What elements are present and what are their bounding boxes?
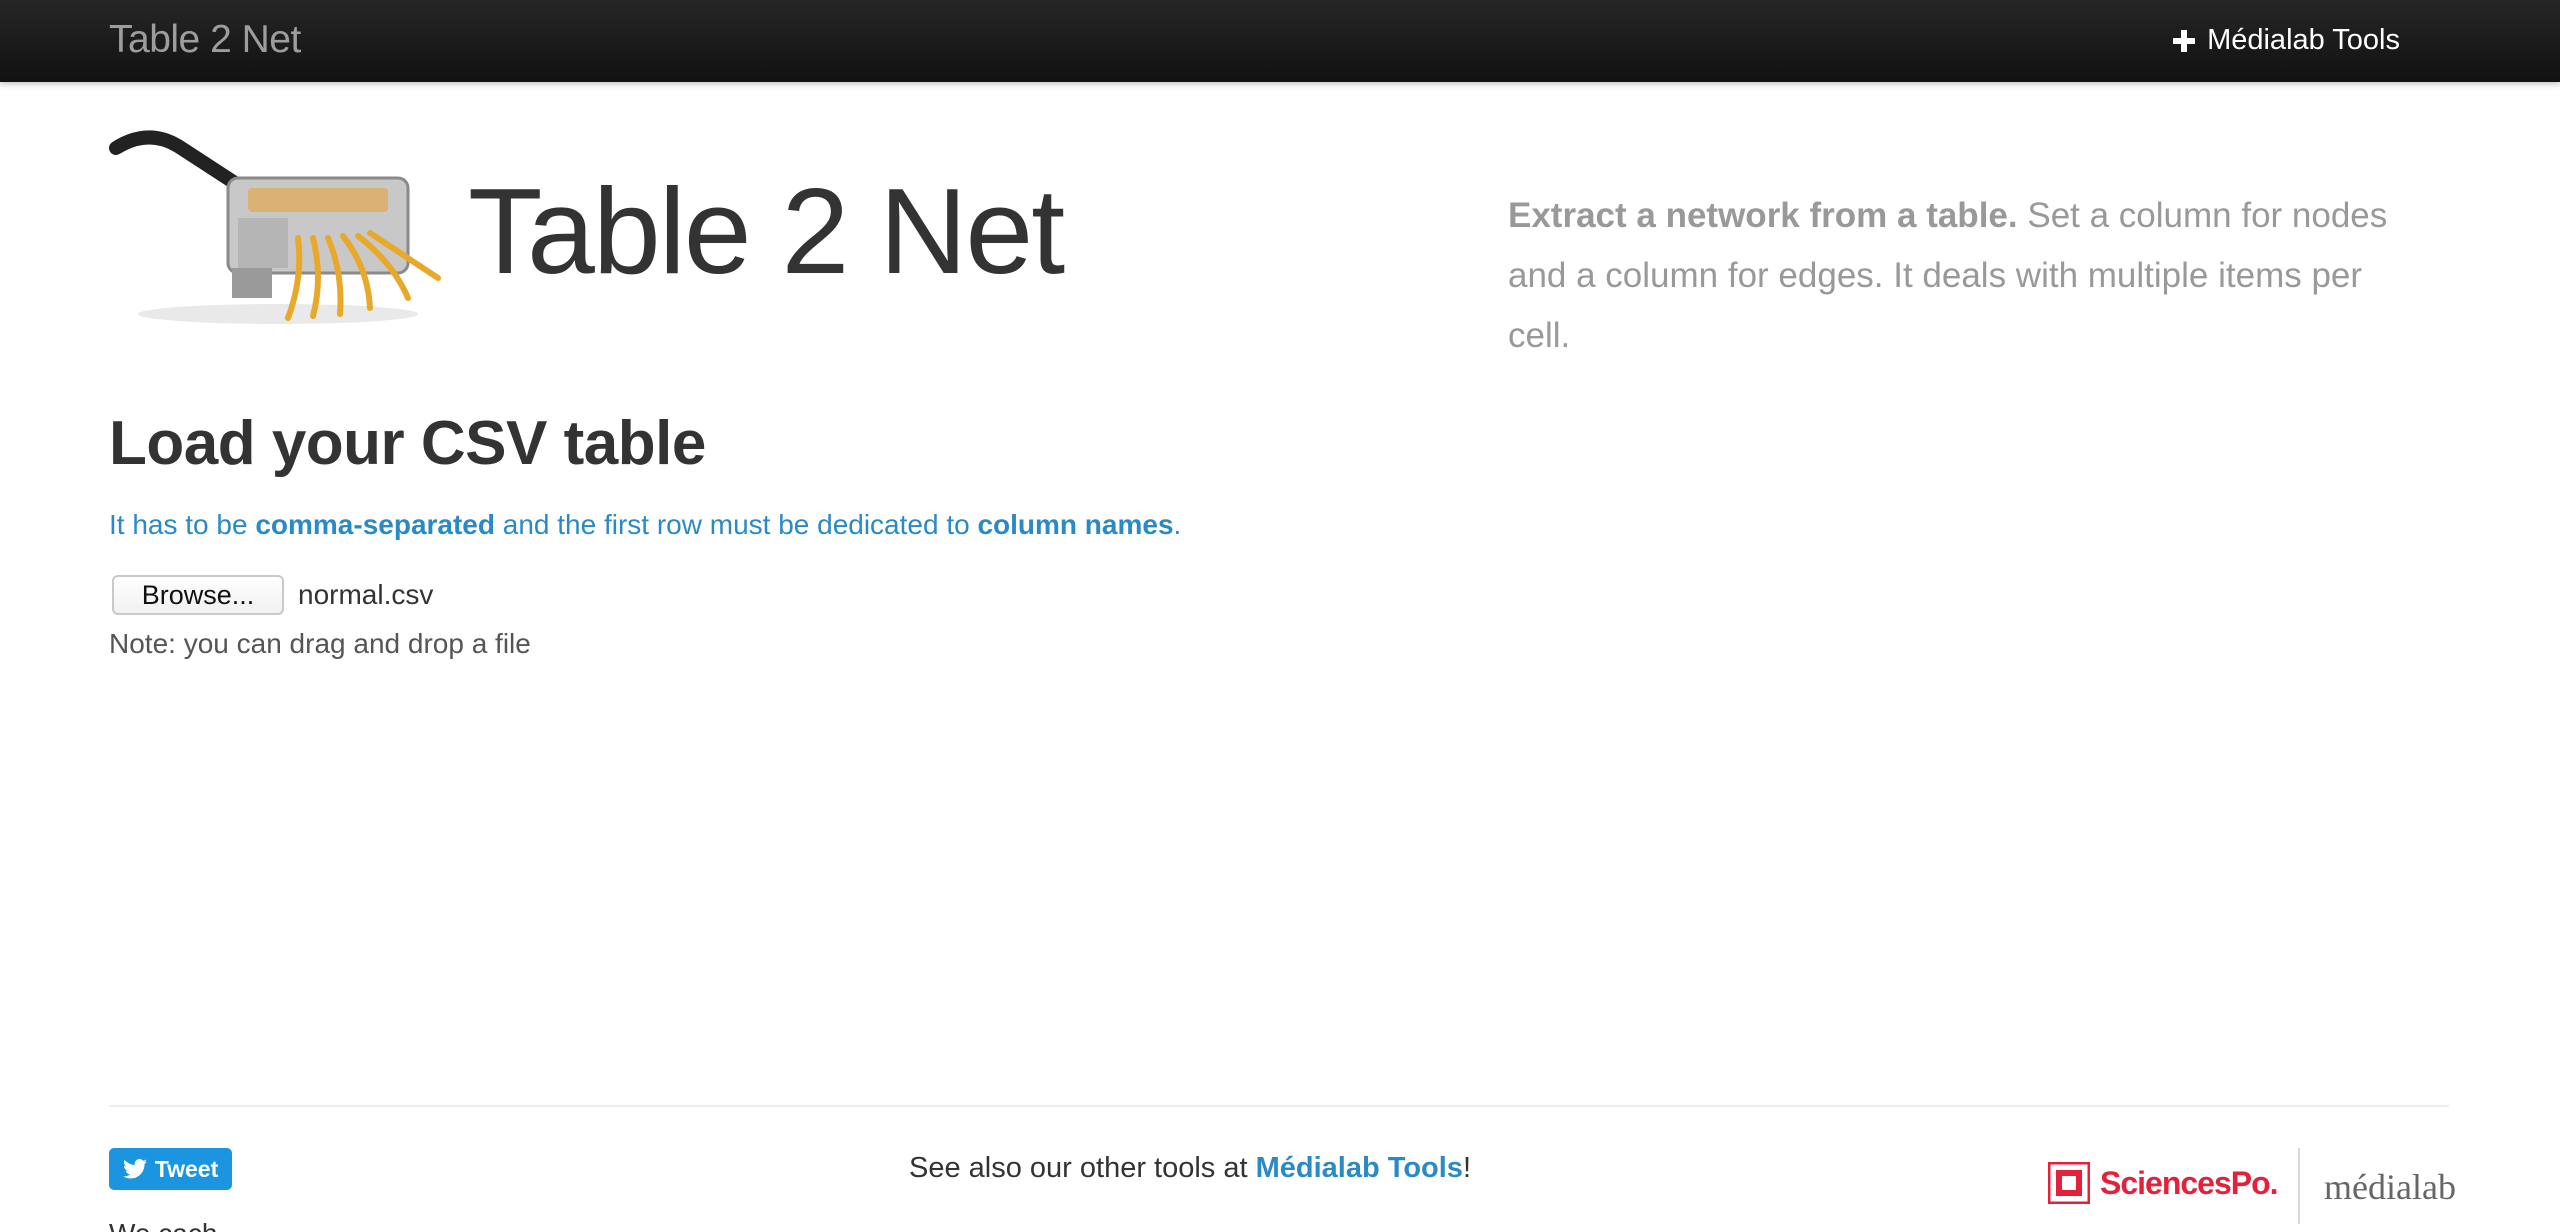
info-part1: It has to be: [109, 509, 256, 540]
footer-partial-text: We cach: [109, 1218, 217, 1232]
medialab-tools-label: Médialab Tools: [2207, 24, 2400, 56]
drag-drop-note: Note: you can drag and drop a file: [109, 628, 531, 659]
info-part2: and the first row must be dedicated to: [494, 509, 978, 540]
see-also-suffix: !: [1462, 1152, 1471, 1184]
medialab-logo[interactable]: médialab: [2324, 1166, 2456, 1208]
tweet-label: Tweet: [154, 1155, 219, 1182]
plus-icon: [2173, 29, 2196, 52]
sciencespo-logo[interactable]: SciencesPo.: [2048, 1162, 2279, 1204]
sciencespo-label: SciencesPo.: [2100, 1164, 2279, 1201]
pasta-machine-illustration: [109, 130, 441, 324]
tweet-button[interactable]: Tweet: [109, 1148, 232, 1190]
tagline-strong: Extract a network from a table.: [1508, 196, 2018, 235]
file-input[interactable]: Browse... normal.csv: [112, 575, 433, 615]
navbar-brand[interactable]: Table 2 Net: [109, 18, 301, 62]
medialab-tools-footer-link[interactable]: Médialab Tools: [1256, 1152, 1463, 1184]
csv-requirements-text: It has to be comma-separated and the fir…: [109, 509, 1181, 541]
logo-divider: [2298, 1148, 2300, 1224]
see-also-text: See also our other tools at Médialab Too…: [909, 1152, 1471, 1185]
sciencespo-emblem-icon: [2048, 1162, 2090, 1204]
page-title: Table 2 Net: [468, 163, 1065, 299]
see-also-prefix: See also our other tools at: [909, 1152, 1256, 1184]
footer-divider: [109, 1105, 2449, 1107]
medialab-tools-link[interactable]: Médialab Tools: [2173, 24, 2400, 57]
selected-file-name: normal.csv: [298, 579, 434, 610]
info-strong-columns: column names: [977, 509, 1174, 540]
info-part3: .: [1173, 509, 1182, 540]
browse-button[interactable]: Browse...: [112, 575, 284, 615]
section-title: Load your CSV table: [109, 409, 706, 478]
top-navbar: Table 2 Net Médialab Tools: [0, 0, 2560, 82]
info-strong-comma: comma-separated: [255, 509, 495, 540]
tagline: Extract a network from a table. Set a co…: [1508, 186, 2408, 366]
twitter-bird-icon: [122, 1159, 147, 1179]
